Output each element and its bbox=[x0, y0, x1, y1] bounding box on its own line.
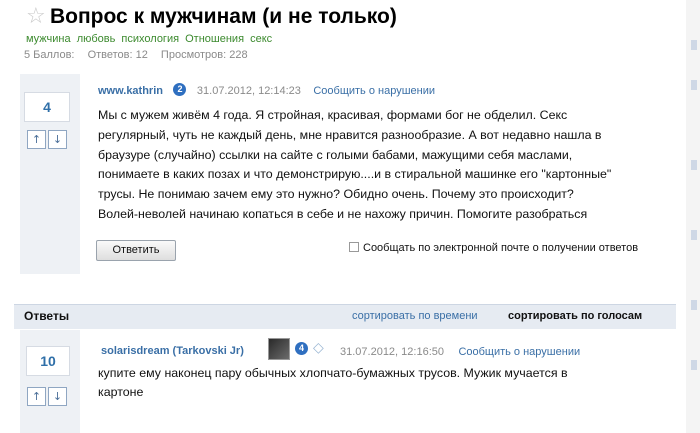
question-text-line: Волей-неволей начинаю копаться в себе и … bbox=[98, 206, 588, 221]
answer-author-link[interactable]: solarisdream (Tarkovski Jr) bbox=[101, 344, 244, 358]
sort-by-votes-active[interactable]: сортировать по голосам bbox=[508, 310, 642, 323]
question-title: Вопрос к мужчинам (и не только) bbox=[50, 5, 397, 28]
avatar[interactable] bbox=[268, 338, 290, 360]
question-meta: 5 Баллов: Ответов: 12 Просмотров: 228 bbox=[24, 49, 258, 62]
answer-text-line: купите ему наконец пару обычных хлопчато… bbox=[98, 366, 568, 380]
question-score: 4 bbox=[24, 92, 70, 122]
answer-score: 10 bbox=[26, 346, 70, 376]
tag-link[interactable]: секс bbox=[250, 33, 272, 45]
question-body: Мы с мужем живём 4 года. Я стройная, кра… bbox=[98, 106, 658, 225]
level-badge-icon: 2 bbox=[173, 83, 187, 97]
question-tags: мужчина любовь психология Отношения секс bbox=[26, 33, 275, 46]
arrow-up-icon[interactable]: ↑ bbox=[27, 130, 46, 149]
notify-checkbox[interactable] bbox=[349, 242, 359, 252]
sort-by-time-link[interactable]: сортировать по времени bbox=[352, 310, 478, 323]
level-badge-icon: 4 bbox=[295, 342, 308, 355]
question-author-line: www.kathrin 2 31.07.2012, 12:14:23 Сообщ… bbox=[98, 83, 435, 98]
arrow-down-icon[interactable]: ↓ bbox=[48, 387, 67, 406]
tag-link[interactable]: любовь bbox=[77, 33, 116, 45]
answer-meta-line: 31.07.2012, 12:16:50 Сообщить о нарушени… bbox=[340, 344, 580, 359]
favorite-star-icon[interactable]: ☆ bbox=[26, 6, 46, 28]
answer-text-line: картоне bbox=[98, 385, 144, 399]
question-text-line: регулярный, чуть не каждый день, мне нра… bbox=[98, 127, 602, 142]
question-text-line: трусы. Не понимаю зачем ему это нужно? О… bbox=[98, 187, 574, 202]
notify-label: Сообщать по электронной почте о получени… bbox=[363, 242, 639, 254]
page-scroll-strip[interactable] bbox=[686, 0, 700, 433]
points-count: 5 Баллов: bbox=[24, 49, 75, 61]
tag-link[interactable]: Отношения bbox=[185, 33, 244, 45]
reply-button[interactable]: Ответить bbox=[96, 240, 176, 261]
email-notify-option[interactable]: Сообщать по электронной почте о получени… bbox=[349, 242, 638, 255]
answers-title: Ответы bbox=[24, 309, 70, 323]
arrow-down-icon[interactable]: ↓ bbox=[48, 130, 67, 149]
tag-link[interactable]: психология bbox=[121, 33, 179, 45]
question-text-line: Мы с мужем живём 4 года. Я стройная, кра… bbox=[98, 108, 568, 122]
report-link[interactable]: Сообщить о нарушении bbox=[313, 85, 435, 97]
arrow-up-icon[interactable]: ↑ bbox=[27, 387, 46, 406]
diamond-icon: ◇ bbox=[313, 340, 324, 356]
report-link[interactable]: Сообщить о нарушении bbox=[458, 346, 580, 358]
answer-date: 31.07.2012, 12:16:50 bbox=[340, 346, 444, 358]
question-text-line: браузуре (случайно) ссылки на сайте с го… bbox=[98, 147, 573, 162]
views-count: Просмотров: 228 bbox=[160, 49, 248, 61]
tag-link[interactable]: мужчина bbox=[26, 33, 71, 45]
answers-count: Ответов: 12 bbox=[87, 49, 148, 61]
answer-body: купите ему наконец пару обычных хлопчато… bbox=[98, 364, 638, 402]
question-date: 31.07.2012, 12:14:23 bbox=[196, 85, 301, 97]
question-text-line: понимаете в каких позах и что демонстрир… bbox=[98, 167, 612, 182]
question-author-link[interactable]: www.kathrin bbox=[98, 85, 163, 97]
